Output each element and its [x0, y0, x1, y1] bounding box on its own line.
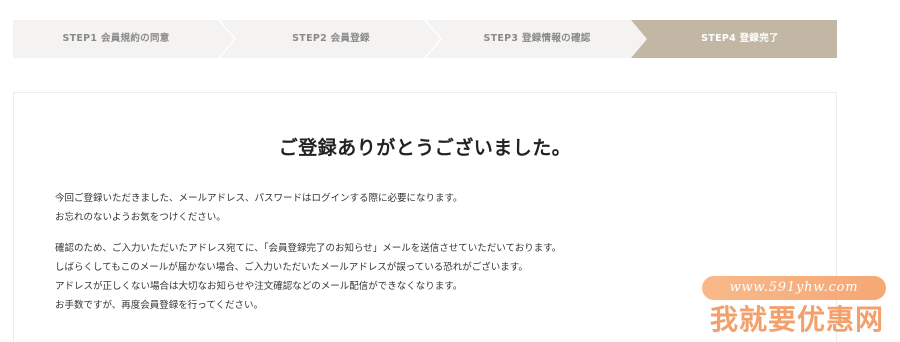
- step-2-label: STEP2 会員登録: [292, 33, 370, 44]
- watermark-url: www.591yhw.com: [729, 280, 859, 295]
- watermark-text: 我就要优惠网: [709, 303, 884, 336]
- step-progress-bar: STEP1 会員規約の同意 STEP2 会員登録 STEP3 登録情報の確認 S…: [13, 20, 837, 58]
- step-1-label: STEP1 会員規約の同意: [62, 33, 170, 44]
- step-4-label: STEP4 登録完了: [701, 33, 779, 44]
- login-info-paragraph: 今回ご登録いただきました、メールアドレス、パスワードはログインする際に必要になり…: [55, 189, 675, 227]
- page: STEP1 会員規約の同意 STEP2 会員登録 STEP3 登録情報の確認 S…: [0, 0, 900, 342]
- paragraph-line: しばらくしてもこのメールが届かない場合、ご入力いただいたメールアドレスが誤ってい…: [55, 262, 528, 273]
- paragraph-line: 確認のため、ご入力いただいたアドレス宛てに、「会員登録完了のお知らせ」メールを送…: [55, 243, 562, 254]
- paragraph-line: 今回ご登録いただきました、メールアドレス、パスワードはログインする際に必要になり…: [55, 193, 463, 204]
- confirmation-mail-paragraph: 確認のため、ご入力いただいたアドレス宛てに、「会員登録完了のお知らせ」メールを送…: [55, 239, 675, 315]
- page-title: ご登録ありがとうございました。: [278, 137, 572, 159]
- paragraph-line: お手数ですが、再度会員登録を行ってください。: [55, 300, 264, 311]
- paragraph-line: アドレスが正しくない場合は大切なお知らせや注文確認などのメール配信ができなくなり…: [55, 281, 463, 292]
- paragraph-line: お忘れのないようお気をつけください。: [55, 212, 226, 223]
- step-3-label: STEP3 登録情報の確認: [483, 33, 591, 44]
